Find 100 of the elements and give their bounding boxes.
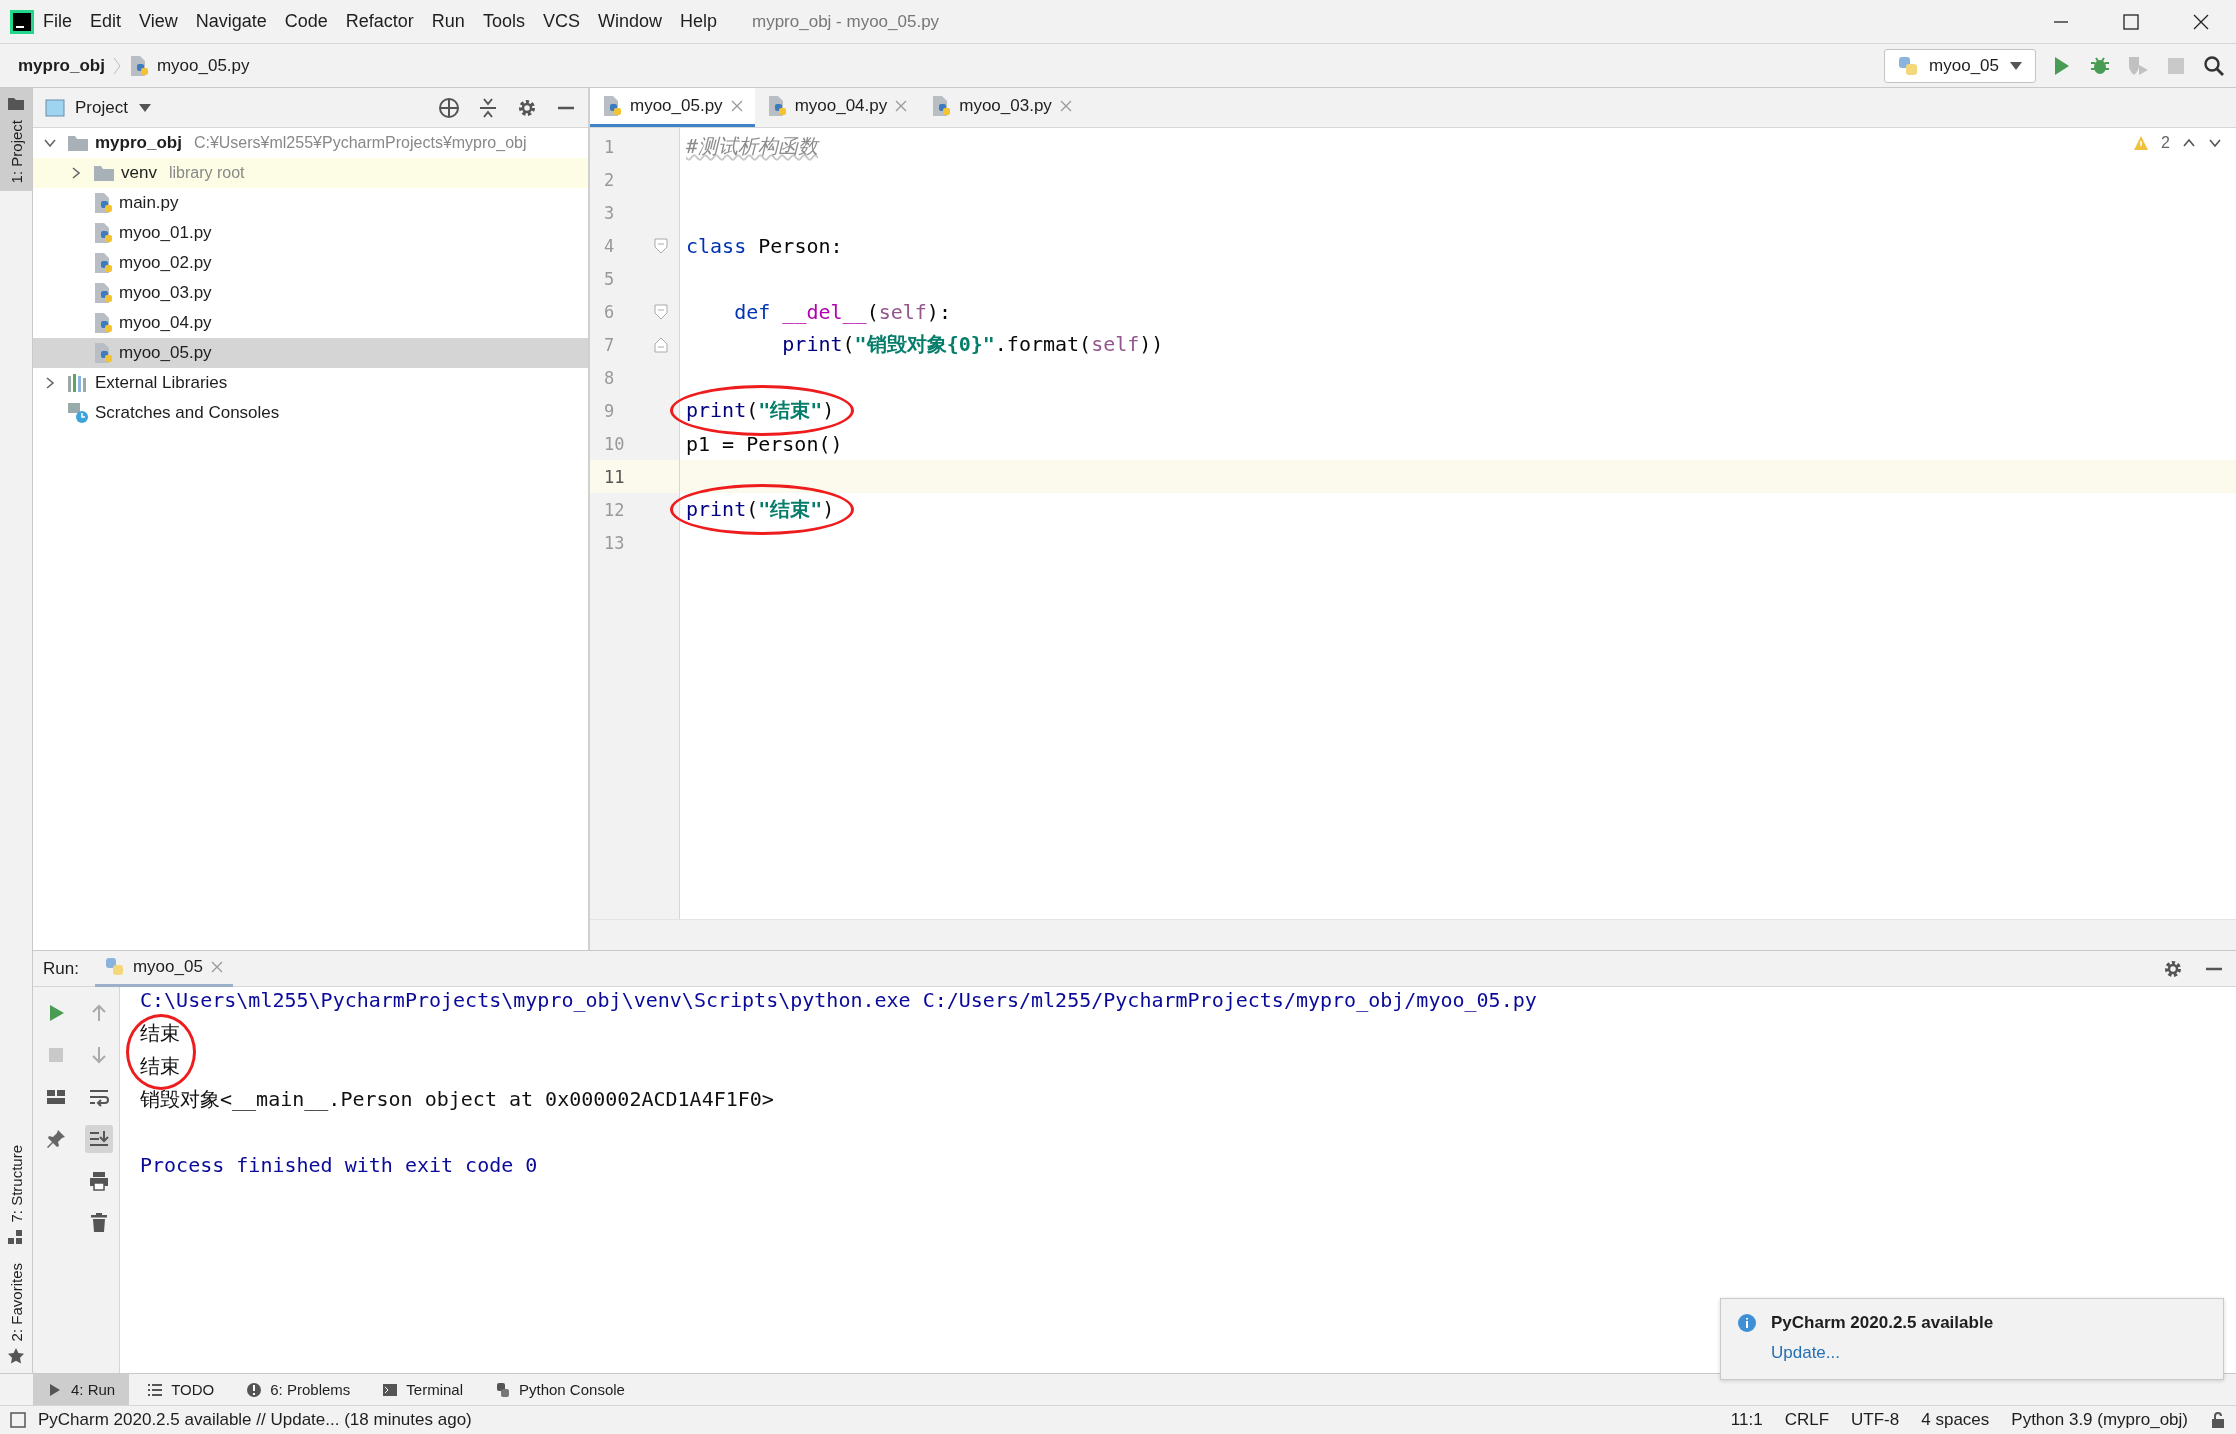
panel-icon [45,98,65,117]
status-item[interactable]: 11:1 [1730,1410,1763,1430]
status-item[interactable]: 4 spaces [1921,1410,1990,1430]
menu-item[interactable]: View [130,7,187,36]
scratch-clock-icon [67,402,89,424]
library-icon [67,373,89,393]
menu-item[interactable]: File [34,7,81,36]
menu-item[interactable]: Refactor [336,7,423,36]
folder-icon [67,134,89,152]
tool-window-button[interactable]: 1: Project [0,88,32,192]
collapse-icon[interactable] [478,96,498,119]
tree-item[interactable]: myoo_02.py [119,253,212,273]
code-line: class Person: [686,233,843,258]
tree-item[interactable]: myoo_01.py [119,223,212,243]
tool-tab[interactable]: 6: Problems [232,1374,365,1405]
maximize-icon[interactable] [2122,12,2140,31]
panel-title: Run: [43,958,79,979]
line-number: 11 [603,466,626,487]
lock-icon[interactable] [2210,1411,2226,1429]
separator-icon [112,56,121,75]
console-line: 销毁对象<__main__.Person object at 0x000002ACD1A4F1F0> [140,1087,774,1111]
editor-tab[interactable]: myoo_03.py [919,88,1084,127]
list-icon [147,1381,164,1398]
status-item[interactable]: Python 3.9 (mypro_obj) [2011,1410,2188,1430]
tool-tab[interactable]: 4: Run [33,1374,130,1405]
run-config-dropdown[interactable]: myoo_05 [1884,48,2036,83]
status-item[interactable]: CRLF [1784,1410,1830,1430]
caret-icon [2009,60,2023,71]
terminal-icon [382,1381,399,1398]
line-number: 10 [603,433,626,454]
console-line: C:\Users\ml255\PycharmProjects\mypro_obj\venv\Scripts\python.exe C:/Users/ml255/PycharmProjects/mypro_obj/myoo_05.py [140,988,1537,1012]
fold-marker-icon[interactable] [654,237,668,254]
fold-marker-icon[interactable] [654,336,668,353]
folder-icon [93,164,115,182]
python-icon [104,957,125,977]
menu-item[interactable]: Navigate [186,7,276,36]
tree-item[interactable]: Scratches and Consoles [95,403,280,423]
alert-icon [246,1381,263,1398]
status-message[interactable]: PyCharm 2020.2.5 available // Update... (18 minutes ago) [38,1410,472,1430]
tree-item-note: library root [168,164,245,182]
code-line: print("结束") [686,397,835,424]
python-file-icon [93,312,113,334]
tree-item[interactable]: myoo_05.py [119,343,212,363]
menu-item[interactable]: VCS [533,7,589,36]
menu-item[interactable]: Code [275,7,337,36]
tool-tab[interactable]: Python Console [481,1374,639,1405]
warning-count[interactable]: 2 [2161,134,2170,152]
tool-tab[interactable]: Terminal [368,1374,477,1405]
panel-toggle-icon[interactable] [10,1412,26,1428]
tool-tab[interactable]: TODO [133,1374,229,1405]
line-number: 6 [603,301,616,322]
menu-item[interactable]: Run [422,7,474,36]
update-link[interactable]: Update... [1771,1343,2207,1365]
tree-item[interactable]: main.py [119,193,179,213]
run-tab[interactable]: myoo_05 [94,950,233,987]
console-line: Process finished with exit code 0 [140,1153,538,1177]
close-icon[interactable] [2192,12,2210,31]
blocks-icon [7,1228,25,1247]
menu-item[interactable]: Edit [81,7,131,36]
line-number: 8 [603,367,616,388]
tree-item[interactable]: External Libraries [95,373,228,393]
tree-item[interactable]: myoo_04.py [119,313,212,333]
console-line: 结束 [140,1054,180,1078]
tree-item[interactable]: mypro_obj [95,133,182,153]
tree-item[interactable]: venv [121,163,157,183]
editor-tab[interactable]: myoo_05.py [590,88,755,127]
window-title: mypro_obj - myoo_05.py [752,11,940,32]
python-file-icon [93,192,113,214]
caret-icon[interactable] [137,102,152,113]
tool-window-button[interactable]: 7: Structure [0,1137,32,1255]
panel-title[interactable]: Project [75,97,128,118]
target-icon[interactable] [438,96,460,119]
code-line: p1 = Person() [686,431,843,456]
menu-item[interactable]: Tools [473,7,534,36]
tree-item[interactable]: myoo_03.py [119,283,212,303]
line-number: 13 [603,532,626,553]
python-file-icon [766,95,787,117]
python-file-icon [93,222,113,244]
editor-tab[interactable]: myoo_04.py [754,88,920,127]
tree-item-note: C:¥Users¥ml255¥PycharmProjects¥mypro_obj [193,134,527,152]
python-file-icon [602,95,622,117]
status-item[interactable]: UTF-8 [1851,1410,1900,1430]
breadcrumb[interactable]: myoo_05.py [156,55,250,76]
code-line: print("销毁对象{0}".format(self)) [781,331,1164,358]
menu-item[interactable]: Window [588,7,671,36]
breadcrumb[interactable]: mypro_obj [18,55,105,76]
python-file-icon [128,54,149,77]
search-icon[interactable] [2202,53,2226,78]
fold-marker-icon[interactable] [654,303,668,320]
line-number: 1 [603,136,616,157]
line-number: 4 [603,235,616,256]
menu-item[interactable]: Help [670,7,726,36]
star-icon [7,1347,25,1365]
app-logo-icon [10,9,34,34]
python-file-icon [93,252,113,274]
tool-window-button[interactable]: 2: Favorites [0,1254,32,1373]
line-number: 2 [603,169,616,190]
line-number: 9 [603,400,616,421]
line-number: 3 [603,202,616,223]
python-file-icon [93,342,113,364]
